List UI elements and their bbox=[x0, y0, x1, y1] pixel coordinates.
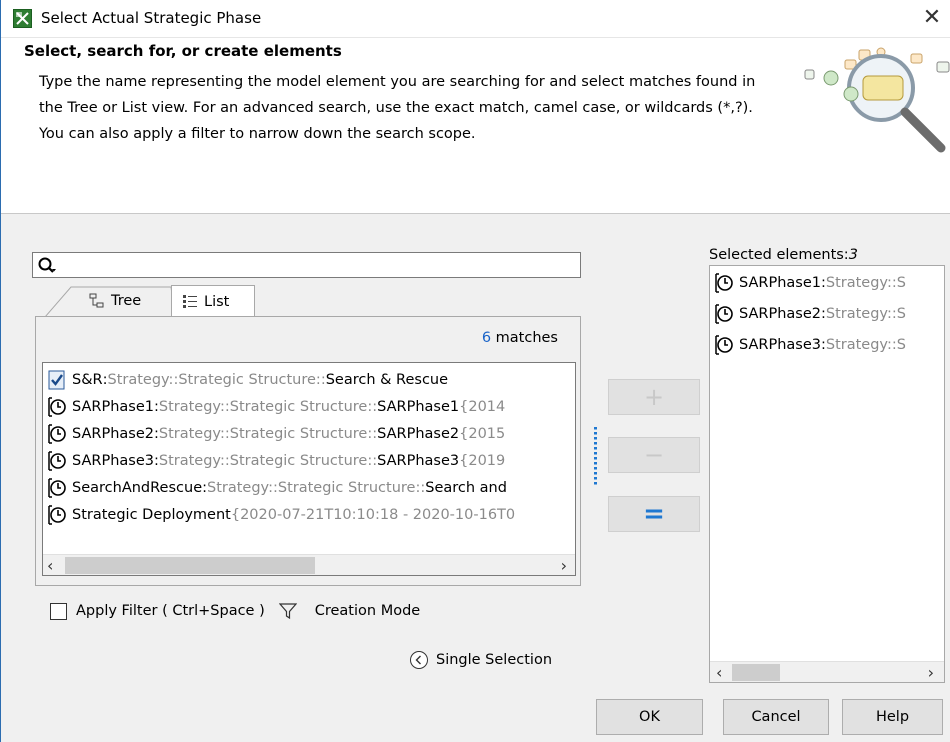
remove-button[interactable]: − bbox=[608, 437, 700, 473]
single-selection-label: Single Selection bbox=[436, 652, 553, 668]
item-name: SARPhase3 bbox=[739, 337, 821, 353]
item-target: SARPhase3 bbox=[377, 453, 460, 469]
scroll-right-icon[interactable]: › bbox=[561, 555, 567, 575]
item-target: SARPhase1 bbox=[377, 399, 460, 415]
selected-horizontal-scrollbar[interactable]: ‹ › bbox=[710, 661, 944, 682]
list-item[interactable]: SARPhase1 : Strategy::Strategic Structur… bbox=[46, 394, 575, 420]
scrollbar-thumb[interactable] bbox=[65, 557, 315, 574]
strategic-phase-icon bbox=[48, 424, 66, 444]
select-element-dialog: Select Actual Strategic Phase ✕ Select, … bbox=[0, 0, 950, 742]
add-button[interactable]: + bbox=[608, 379, 700, 415]
results-horizontal-scrollbar[interactable]: ‹ › bbox=[43, 554, 575, 575]
help-button[interactable]: Help bbox=[842, 699, 943, 735]
header-title: Select, search for, or create elements bbox=[24, 42, 342, 60]
ok-button[interactable]: OK bbox=[596, 699, 703, 735]
scroll-left-icon[interactable]: ‹ bbox=[47, 555, 53, 575]
item-path: Strategy::Strategic Structure:: bbox=[158, 399, 378, 415]
item-target: SARPhase2 bbox=[377, 426, 460, 442]
item-extra: {2019 bbox=[459, 453, 506, 469]
item-path: {2020-07-21T10:10:18 - 2020-10-16T0 bbox=[230, 507, 516, 523]
list-item[interactable]: S&R : Strategy::Strategic Structure:: Sea… bbox=[46, 367, 575, 393]
item-path: Strategy::S bbox=[825, 337, 906, 353]
scroll-left-icon[interactable]: ‹ bbox=[716, 662, 722, 682]
title-bar: Select Actual Strategic Phase ✕ bbox=[1, 0, 950, 38]
panel-splitter[interactable] bbox=[594, 427, 597, 487]
selected-elements-list[interactable]: SARPhase1 : Strategy::S SARPhase2 : Stra… bbox=[709, 265, 945, 683]
creation-mode-label[interactable]: Creation Mode bbox=[315, 603, 420, 619]
filter-funnel-icon[interactable] bbox=[278, 602, 297, 620]
search-input[interactable] bbox=[59, 255, 574, 275]
list-item[interactable]: SearchAndRescue : Strategy::Strategic St… bbox=[46, 475, 575, 501]
item-path: Strategy::S bbox=[825, 275, 906, 291]
list-item[interactable]: SARPhase2 : Strategy::Strategic Structur… bbox=[46, 421, 575, 447]
selected-elements-title: Selected elements: bbox=[709, 247, 849, 263]
tab-list-label: List bbox=[204, 293, 230, 310]
close-button[interactable]: ✕ bbox=[919, 5, 945, 31]
item-path: Strategy::Strategic Structure:: bbox=[158, 453, 378, 469]
minus-icon: − bbox=[643, 441, 665, 469]
list-icon bbox=[183, 294, 197, 308]
scroll-right-icon[interactable]: › bbox=[928, 662, 934, 682]
filter-row: Apply Filter ( Ctrl+Space ) Creation Mod… bbox=[50, 598, 420, 624]
list-view-panel: 6 matches S&R : Strategy::Strategic Stru… bbox=[35, 316, 581, 586]
selected-item[interactable]: SARPhase2 : Strategy::S bbox=[713, 301, 944, 327]
selected-elements-label: Selected elements:3 bbox=[709, 247, 858, 263]
plus-icon: + bbox=[643, 383, 665, 411]
set-all-button[interactable]: = bbox=[608, 496, 700, 532]
scrollbar-thumb[interactable] bbox=[732, 664, 780, 681]
apply-filter-label[interactable]: Apply Filter ( Ctrl+Space ) bbox=[76, 603, 265, 619]
item-extra: {2014 bbox=[459, 399, 506, 415]
match-count-number: 6 bbox=[481, 330, 492, 346]
strategic-phase-icon bbox=[715, 304, 733, 324]
match-count: 6 matches bbox=[482, 330, 558, 346]
header-description: Type the name representing the model ele… bbox=[39, 74, 756, 142]
apply-filter-checkbox[interactable] bbox=[50, 602, 67, 620]
item-name: SARPhase2 bbox=[72, 426, 154, 442]
strategic-phase-icon bbox=[48, 451, 66, 471]
strategic-phase-icon bbox=[715, 273, 733, 293]
window-title: Select Actual Strategic Phase bbox=[41, 9, 262, 27]
list-item[interactable]: Strategic Deployment {2020-07-21T10:10:1… bbox=[46, 502, 575, 528]
item-name: SARPhase1 bbox=[72, 399, 154, 415]
search-icon bbox=[38, 257, 56, 273]
item-extra: {2015 bbox=[459, 426, 506, 442]
tab-tree-label: Tree bbox=[111, 293, 142, 309]
item-path: Strategy::Strategic Structure:: bbox=[158, 426, 378, 442]
item-target: Search and bbox=[425, 480, 507, 496]
single-selection-toggle[interactable]: Single Selection bbox=[409, 648, 552, 672]
item-name: Strategic Deployment bbox=[72, 507, 231, 523]
results-list[interactable]: S&R : Strategy::Strategic Structure:: Sea… bbox=[42, 362, 576, 576]
tab-list[interactable]: List bbox=[171, 285, 255, 317]
item-name: SearchAndRescue bbox=[72, 480, 203, 496]
checked-document-icon bbox=[48, 370, 65, 390]
strategic-phase-icon bbox=[48, 505, 66, 525]
selected-item[interactable]: SARPhase3 : Strategy::S bbox=[713, 332, 944, 358]
item-target: Search & Rescue bbox=[325, 372, 449, 388]
tree-icon bbox=[89, 293, 104, 308]
list-item[interactable]: SARPhase3 : Strategy::Strategic Structur… bbox=[46, 448, 575, 474]
item-name: SARPhase3 bbox=[72, 453, 154, 469]
item-name: SARPhase1 bbox=[739, 275, 821, 291]
strategic-phase-icon bbox=[48, 397, 66, 417]
item-path: Strategy::S bbox=[825, 306, 906, 322]
item-path: Strategy::Strategic Structure:: bbox=[207, 480, 426, 496]
chevron-left-circle-icon bbox=[410, 651, 428, 669]
match-count-suffix: matches bbox=[491, 330, 558, 346]
cancel-button[interactable]: Cancel bbox=[723, 699, 829, 735]
item-name: SARPhase2 bbox=[739, 306, 821, 322]
selected-item[interactable]: SARPhase1 : Strategy::S bbox=[713, 270, 944, 296]
strategic-phase-icon bbox=[48, 478, 66, 498]
magnifier-illustration-icon bbox=[804, 47, 950, 153]
strategic-phase-icon bbox=[715, 335, 733, 355]
item-path: Strategy::Strategic Structure:: bbox=[107, 372, 326, 388]
close-icon: ✕ bbox=[922, 5, 942, 30]
search-field[interactable] bbox=[32, 252, 581, 278]
tab-tree[interactable]: Tree bbox=[45, 285, 175, 317]
equals-icon: = bbox=[643, 499, 665, 529]
item-name: S&R bbox=[72, 372, 103, 388]
selected-elements-count: 3 bbox=[848, 247, 858, 263]
tab-outline bbox=[45, 286, 175, 317]
dialog-app-icon bbox=[13, 9, 32, 28]
